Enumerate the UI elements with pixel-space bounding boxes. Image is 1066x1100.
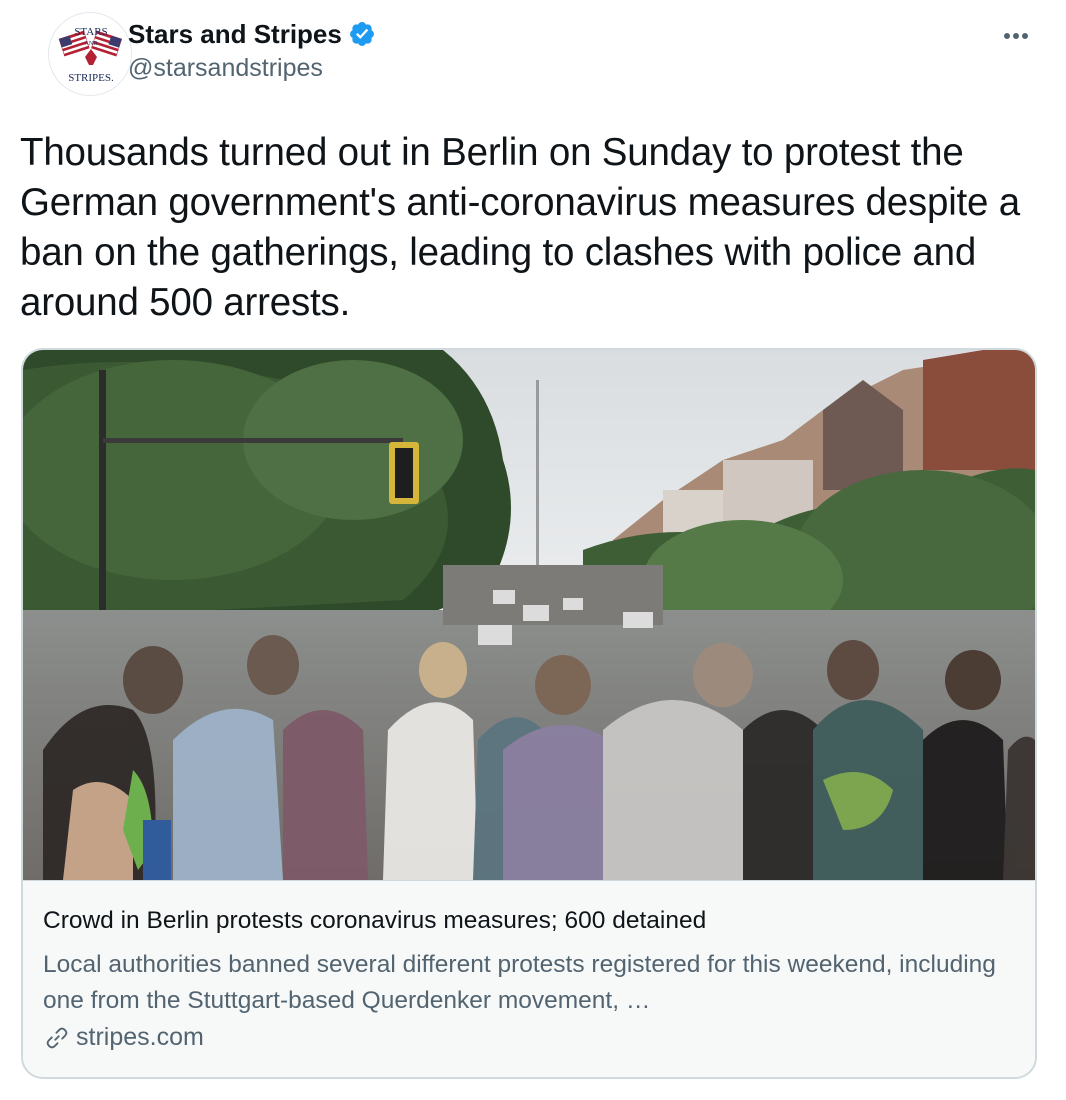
display-name-row: Stars and Stripes xyxy=(128,16,376,52)
author-avatar[interactable]: STARS AND STRIPES. xyxy=(48,12,132,96)
avatar-text-bottom: STRIPES. xyxy=(68,72,114,84)
verified-badge-icon xyxy=(348,20,376,48)
tweet-text: Thousands turned out in Berlin on Sunday… xyxy=(20,131,1020,324)
card-domain-row: stripes.com xyxy=(43,1023,204,1052)
avatar-text-top: STARS xyxy=(74,26,107,38)
card-title: Crowd in Berlin protests coronavirus mea… xyxy=(43,907,707,934)
link-icon xyxy=(43,1024,71,1052)
author-handle[interactable]: @starsandstripes xyxy=(128,54,376,83)
author-names: Stars and Stripes @starsandstripes xyxy=(128,16,376,83)
card-description: Local authorities banned several differe… xyxy=(43,951,996,1014)
link-preview-card[interactable]: Crowd in Berlin protests coronavirus mea… xyxy=(21,348,1037,1079)
card-image xyxy=(23,350,1035,880)
card-domain: stripes.com xyxy=(76,1023,204,1051)
tweet: STARS AND STRIPES. Stars and Stripes @st… xyxy=(0,0,1066,1100)
avatar-text-middle: AND xyxy=(85,41,99,47)
author-display-name[interactable]: Stars and Stripes xyxy=(128,19,342,50)
card-body: Crowd in Berlin protests coronavirus mea… xyxy=(23,880,1035,1077)
more-options-icon[interactable] xyxy=(996,18,1036,54)
